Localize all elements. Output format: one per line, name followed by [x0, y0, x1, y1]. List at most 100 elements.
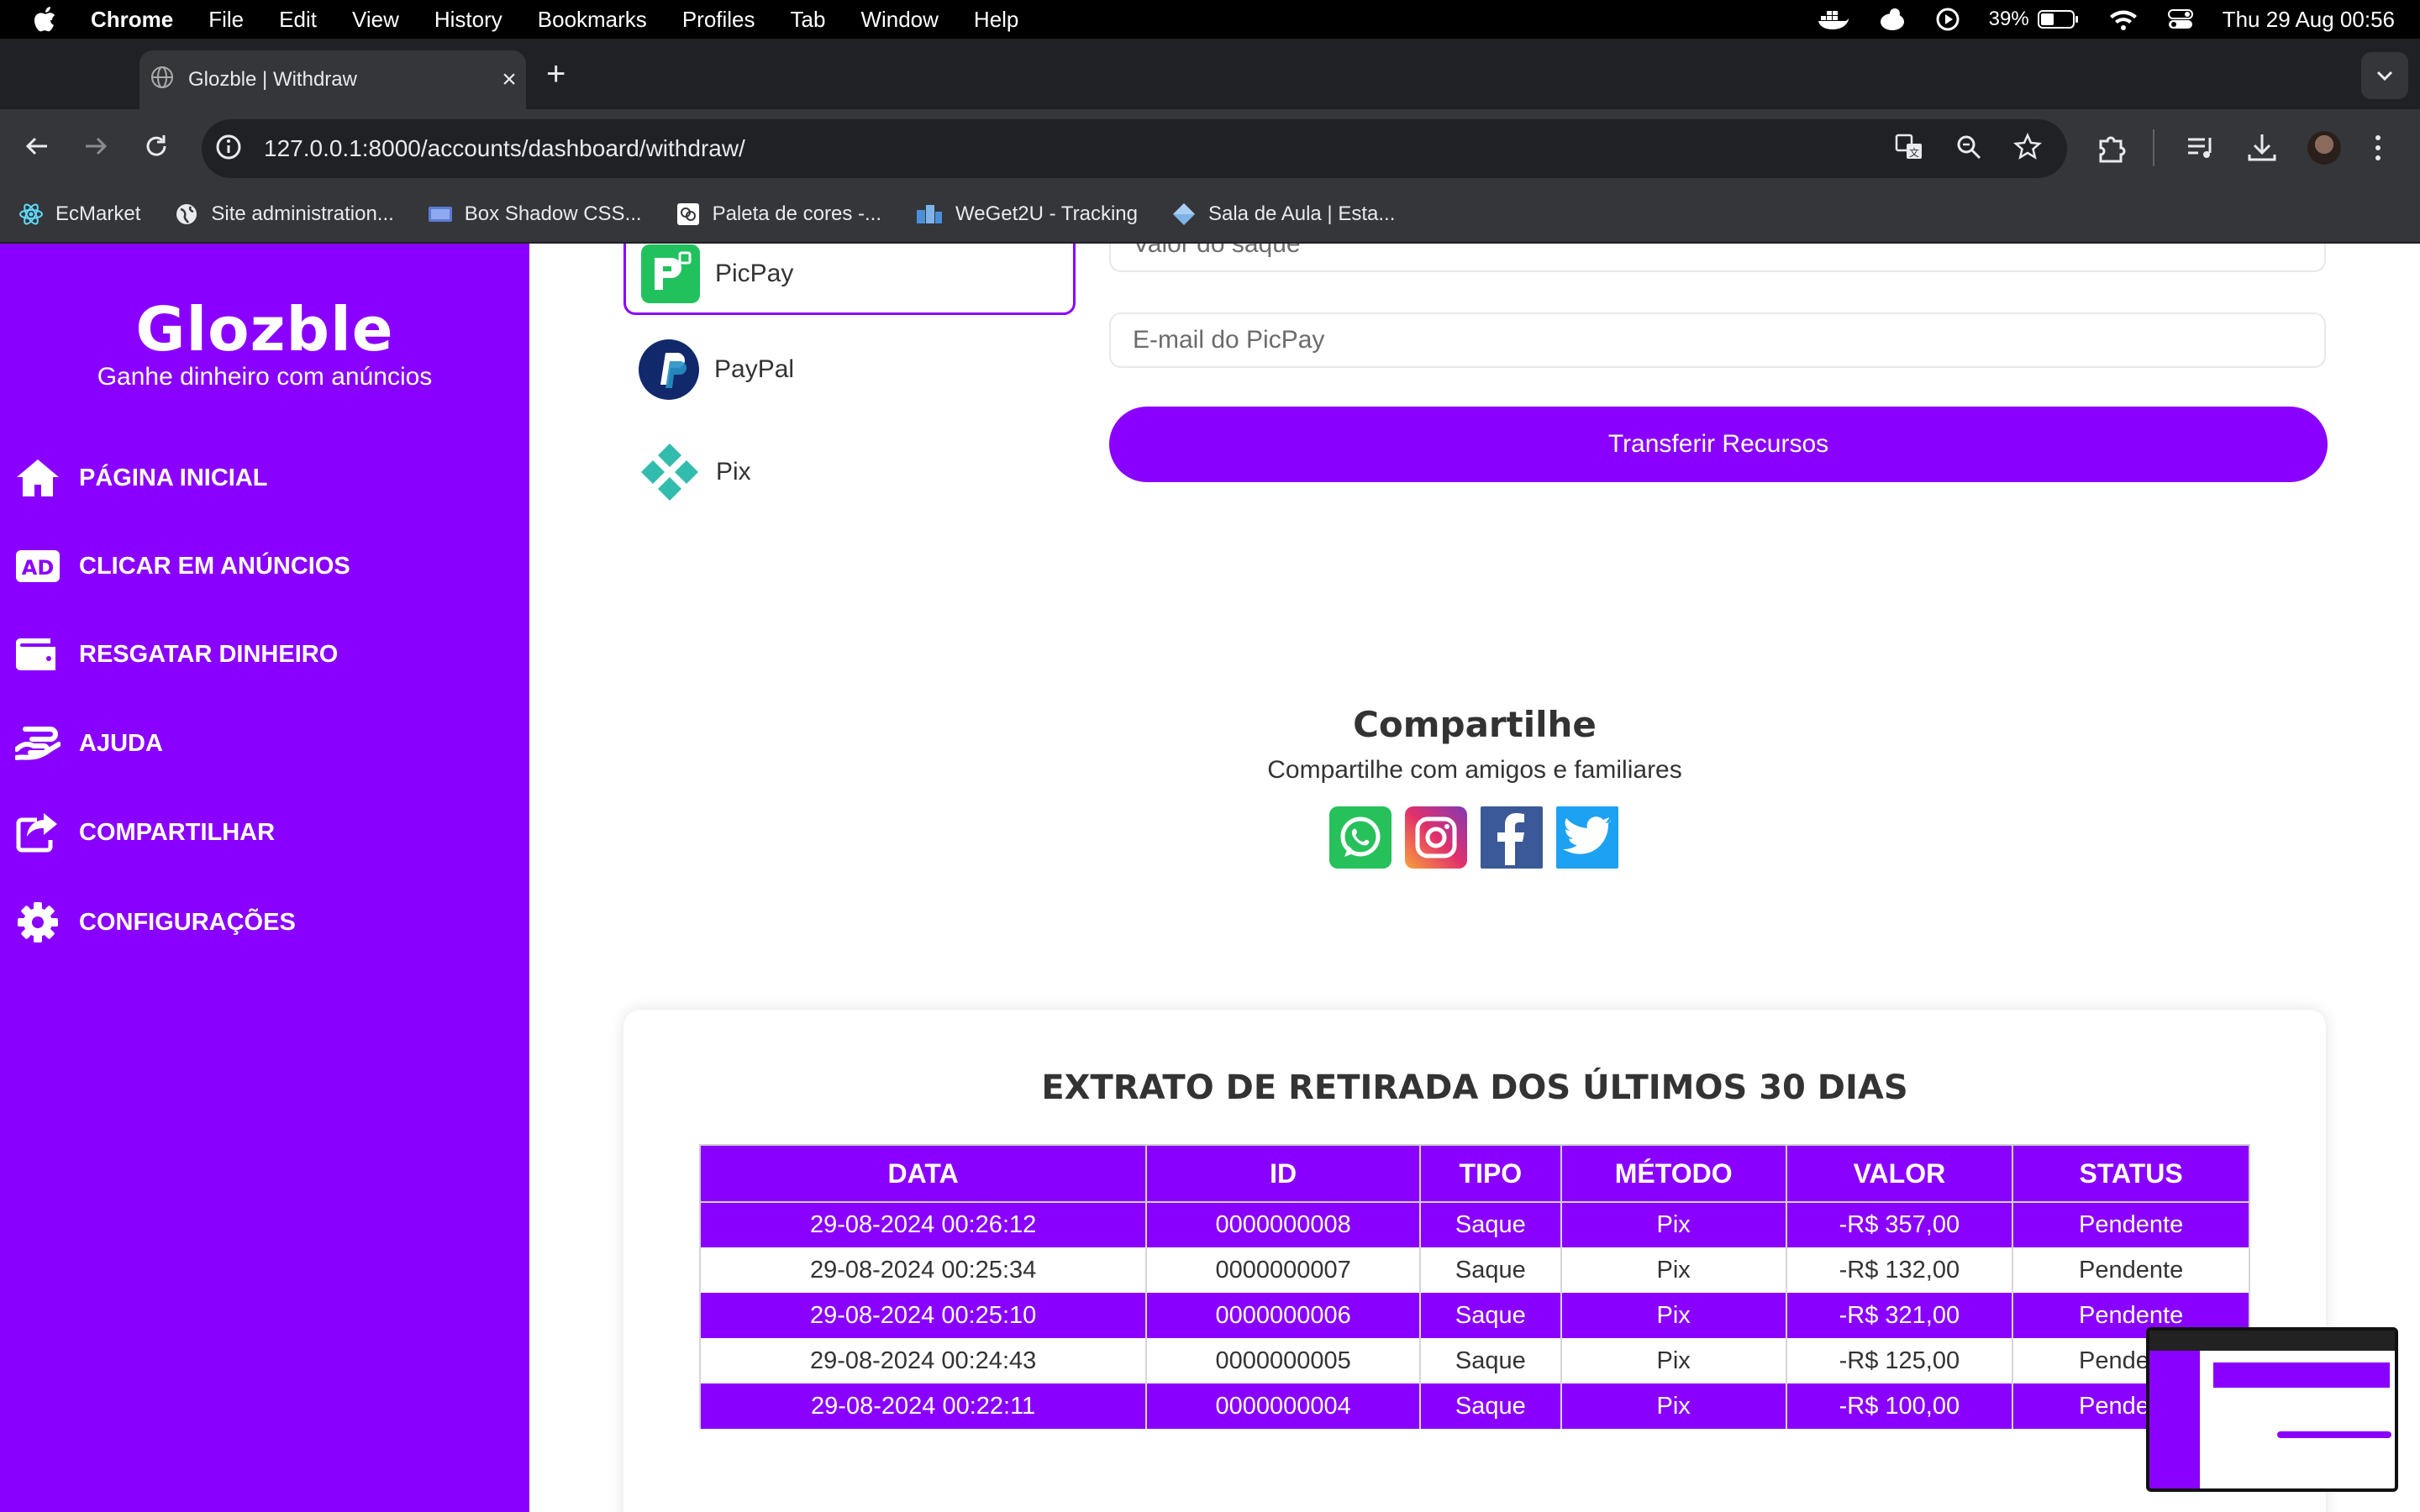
column-header[interactable]: MÉTODO	[1560, 1144, 1787, 1203]
payment-method-label: Pix	[716, 458, 751, 486]
wifi-icon[interactable]	[2108, 8, 2139, 31]
bookmark-star-icon[interactable]	[2012, 132, 2043, 165]
cell-type: Saque	[1418, 1338, 1562, 1383]
sidebar-item-label: CONFIGURAÇÕES	[79, 908, 296, 936]
address-bar[interactable]: 127.0.0.1:8000/accounts/dashboard/withdr…	[202, 119, 2067, 178]
cell-amount: -R$ 132,00	[1785, 1247, 2014, 1293]
menu-tab[interactable]: Tab	[791, 7, 826, 33]
profile-avatar[interactable]	[2307, 131, 2341, 165]
sidebar-item-withdraw[interactable]: RESGATAR DINHEIRO	[15, 635, 338, 674]
sidebar-item-share[interactable]: COMPARTILHAR	[15, 811, 275, 853]
menubar-clock[interactable]: Thu 29 Aug 00:56	[2223, 7, 2395, 33]
table-row[interactable]: 29-08-2024 00:22:11 0000000004 Saque Pix…	[698, 1383, 2250, 1429]
payment-method-picpay[interactable]: PicPay	[623, 244, 1076, 315]
menu-help[interactable]: Help	[974, 7, 1018, 33]
brand-tagline: Ganhe dinheiro com anúncios	[97, 363, 433, 391]
cell-date: 29-08-2024 00:25:34	[698, 1247, 1148, 1293]
twitter-icon[interactable]	[1556, 806, 1618, 869]
gear-icon	[18, 902, 58, 942]
withdraw-amount-input[interactable]: Valor do saque	[1109, 244, 2326, 272]
back-arrow-icon[interactable]	[22, 131, 52, 165]
sidebar-item-label: RESGATAR DINHEIRO	[79, 640, 339, 668]
column-header[interactable]: DATA	[698, 1144, 1148, 1203]
brand-logo[interactable]: Glozble	[0, 294, 529, 365]
menu-file[interactable]: File	[208, 7, 244, 33]
status-text: Pendente	[2079, 1211, 2184, 1239]
battery-status[interactable]: 39%	[1989, 8, 2080, 31]
react-icon	[19, 203, 43, 225]
sidebar-item-label: PÁGINA INICIAL	[79, 464, 268, 491]
payment-method-pix[interactable]: Pix	[623, 425, 1076, 519]
url-text[interactable]: 127.0.0.1:8000/accounts/dashboard/withdr…	[264, 135, 1894, 162]
bookmark-item[interactable]: WeGet2U - Tracking	[915, 202, 1138, 227]
tab-search-button[interactable]	[2361, 52, 2408, 99]
bookmark-item[interactable]: Paleta de cores -...	[676, 202, 881, 227]
thumbnail-banner	[2213, 1362, 2390, 1388]
screenshot-preview-thumbnail[interactable]	[2146, 1327, 2398, 1492]
bookmark-label: Box Shadow CSS...	[464, 202, 642, 225]
column-header[interactable]: TIPO	[1418, 1144, 1562, 1203]
thumbnail-sidebar	[2149, 1351, 2200, 1488]
bookmark-item[interactable]: EcMarket	[18, 202, 140, 227]
reload-icon[interactable]	[141, 131, 171, 165]
cell-type: Saque	[1418, 1383, 1562, 1429]
table-row[interactable]: 29-08-2024 00:24:43 0000000005 Saque Pix…	[698, 1338, 2250, 1383]
menu-edit[interactable]: Edit	[279, 7, 317, 33]
column-header[interactable]: ID	[1145, 1144, 1421, 1203]
facebook-icon[interactable]	[1481, 806, 1543, 869]
cloud-sync-icon[interactable]	[1878, 7, 1907, 32]
docker-icon[interactable]	[1818, 8, 1849, 31]
status-text: Pendente	[2079, 1301, 2184, 1329]
site-info-icon[interactable]	[213, 132, 244, 166]
sidebar-item-ads[interactable]: AD CLICAR EM ANÚNCIOS	[15, 548, 350, 585]
sidebar-item-home[interactable]: PÁGINA INICIAL	[15, 457, 267, 499]
table-row[interactable]: 29-08-2024 00:26:12 0000000008 Saque Pix…	[698, 1202, 2250, 1247]
globe-favicon-icon	[150, 65, 175, 96]
forward-arrow-icon[interactable]	[81, 131, 111, 165]
share-section-title: Compartilhe	[1353, 704, 1597, 745]
extensions-puzzle-icon[interactable]	[2096, 131, 2129, 169]
tab-close-icon[interactable]: ×	[492, 66, 526, 94]
share-icon	[16, 813, 57, 853]
transfer-funds-button[interactable]: Transferir Recursos	[1109, 407, 2328, 482]
globe-icon	[176, 204, 197, 224]
table-row[interactable]: 29-08-2024 00:25:10 0000000006 Saque Pix…	[698, 1293, 2250, 1338]
menu-bookmarks[interactable]: Bookmarks	[538, 7, 647, 33]
withdraw-statement-card: EXTRATO DE RETIRADA DOS ÚLTIMOS 30 DIAS …	[623, 1010, 2326, 1512]
payment-method-paypal[interactable]: PayPal	[623, 323, 1076, 417]
download-icon[interactable]	[2245, 131, 2279, 169]
bookmark-item[interactable]: Site administration...	[174, 202, 394, 227]
play-circle-icon[interactable]	[1935, 7, 1960, 32]
instagram-icon[interactable]	[1405, 806, 1467, 869]
bookmark-label: Paleta de cores -...	[712, 202, 882, 225]
cell-amount: -R$ 357,00	[1785, 1202, 2014, 1247]
column-header[interactable]: VALOR	[1785, 1144, 2014, 1203]
kebab-menu-icon[interactable]	[2371, 131, 2385, 169]
bookmark-label: Site administration...	[211, 202, 394, 225]
thumbnail-button	[2277, 1431, 2391, 1438]
statement-title: EXTRATO DE RETIRADA DOS ÚLTIMOS 30 DIAS	[1041, 1068, 1908, 1107]
apple-icon[interactable]	[32, 5, 66, 34]
menu-profiles[interactable]: Profiles	[682, 7, 755, 33]
sidebar-item-help[interactable]: AJUDA	[15, 724, 163, 763]
menu-app-name[interactable]: Chrome	[91, 7, 173, 33]
cell-date: 29-08-2024 00:24:43	[698, 1338, 1148, 1383]
new-tab-icon[interactable]: +	[546, 55, 566, 93]
bookmark-item[interactable]: Sala de Aula | Esta...	[1171, 202, 1395, 227]
zoom-icon[interactable]	[1954, 133, 1983, 165]
table-row[interactable]: 29-08-2024 00:25:34 0000000007 Saque Pix…	[698, 1247, 2250, 1293]
menu-view[interactable]: View	[352, 7, 399, 33]
browser-tab-active[interactable]: Glozble | Withdraw ×	[139, 50, 526, 109]
sidebar-item-settings[interactable]: CONFIGURAÇÕES	[15, 900, 296, 944]
control-center-icon[interactable]	[2167, 8, 2194, 31]
translate-icon[interactable]: 文	[1894, 132, 1924, 166]
share-section-subtitle: Compartilhe com amigos e familiares	[1267, 756, 1682, 784]
column-header[interactable]: STATUS	[2012, 1144, 2250, 1203]
bookmark-item[interactable]: Box Shadow CSS...	[428, 202, 642, 226]
picpay-email-input[interactable]: E-mail do PicPay	[1109, 312, 2326, 368]
sidebar: Glozble Ganhe dinheiro com anúncios PÁGI…	[0, 244, 529, 1512]
media-queue-icon[interactable]	[2185, 131, 2218, 169]
whatsapp-icon[interactable]	[1329, 806, 1392, 869]
menu-history[interactable]: History	[434, 7, 502, 33]
menu-window[interactable]: Window	[860, 7, 938, 33]
